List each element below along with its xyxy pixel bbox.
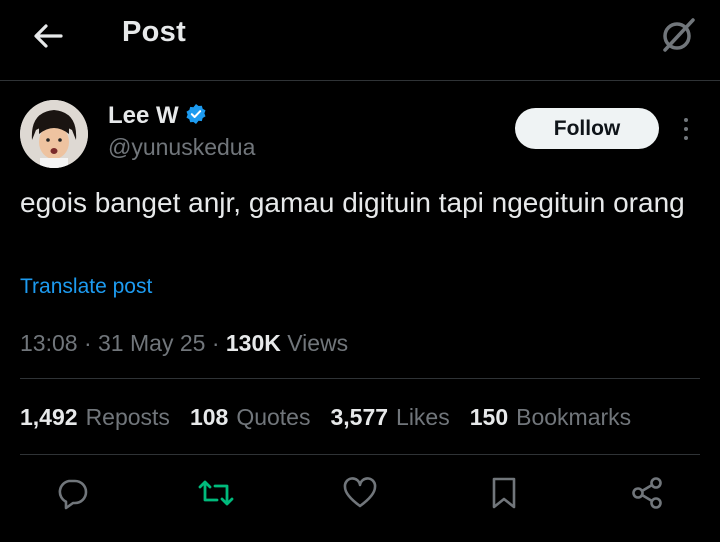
views-label: Views <box>287 330 349 356</box>
views-count: 130K <box>225 330 281 356</box>
divider <box>20 378 700 379</box>
verified-badge-icon <box>185 103 207 130</box>
reposts-count: 1,492 <box>20 404 78 430</box>
avatar[interactable] <box>20 100 88 168</box>
back-arrow-icon[interactable] <box>28 18 68 54</box>
bookmarks-count: 150 <box>469 404 509 430</box>
author-name[interactable]: Lee W <box>108 102 179 130</box>
quotes-count: 108 <box>189 404 229 430</box>
engagement-stats: 1,492 Reposts 108 Quotes 3,577 Likes 150 Boo… <box>20 404 631 431</box>
translate-post-link[interactable]: Translate post <box>20 275 152 299</box>
action-bar <box>0 470 720 520</box>
top-bar: Post <box>0 0 720 81</box>
post-meta: 13:08 · 31 May 25 · 130K Views <box>20 330 348 357</box>
post-date[interactable]: 31 May 25 <box>98 330 205 356</box>
page-title: Post <box>122 16 187 48</box>
bookmark-icon[interactable] <box>481 470 527 516</box>
meta-separator: · <box>83 330 99 356</box>
divider <box>20 454 700 455</box>
bookmarks-stat[interactable]: 150 Bookmarks <box>470 404 631 431</box>
repost-icon[interactable] <box>193 470 239 516</box>
likes-count: 3,577 <box>330 404 389 430</box>
reposts-label: Reposts <box>85 404 170 430</box>
post-time[interactable]: 13:08 <box>20 330 78 356</box>
quotes-stat[interactable]: 108 Quotes <box>190 404 311 431</box>
share-icon[interactable] <box>624 470 670 516</box>
author-handle[interactable]: @yunuskedua <box>108 134 255 161</box>
likes-stat[interactable]: 3,577 Likes <box>330 404 449 431</box>
author-name-row[interactable]: Lee W <box>108 102 207 130</box>
follow-button[interactable]: Follow <box>515 108 659 149</box>
grok-icon[interactable] <box>656 14 700 56</box>
likes-label: Likes <box>396 404 450 430</box>
meta-separator: · <box>211 330 226 356</box>
bookmarks-label: Bookmarks <box>516 404 632 430</box>
like-icon[interactable] <box>337 470 383 516</box>
more-icon[interactable] <box>674 112 698 146</box>
reply-icon[interactable] <box>49 470 95 516</box>
quotes-label: Quotes <box>236 404 311 430</box>
post-text: egois banget anjr, gamau digituin tapi n… <box>20 187 685 218</box>
reposts-stat[interactable]: 1,492 Reposts <box>20 404 170 431</box>
